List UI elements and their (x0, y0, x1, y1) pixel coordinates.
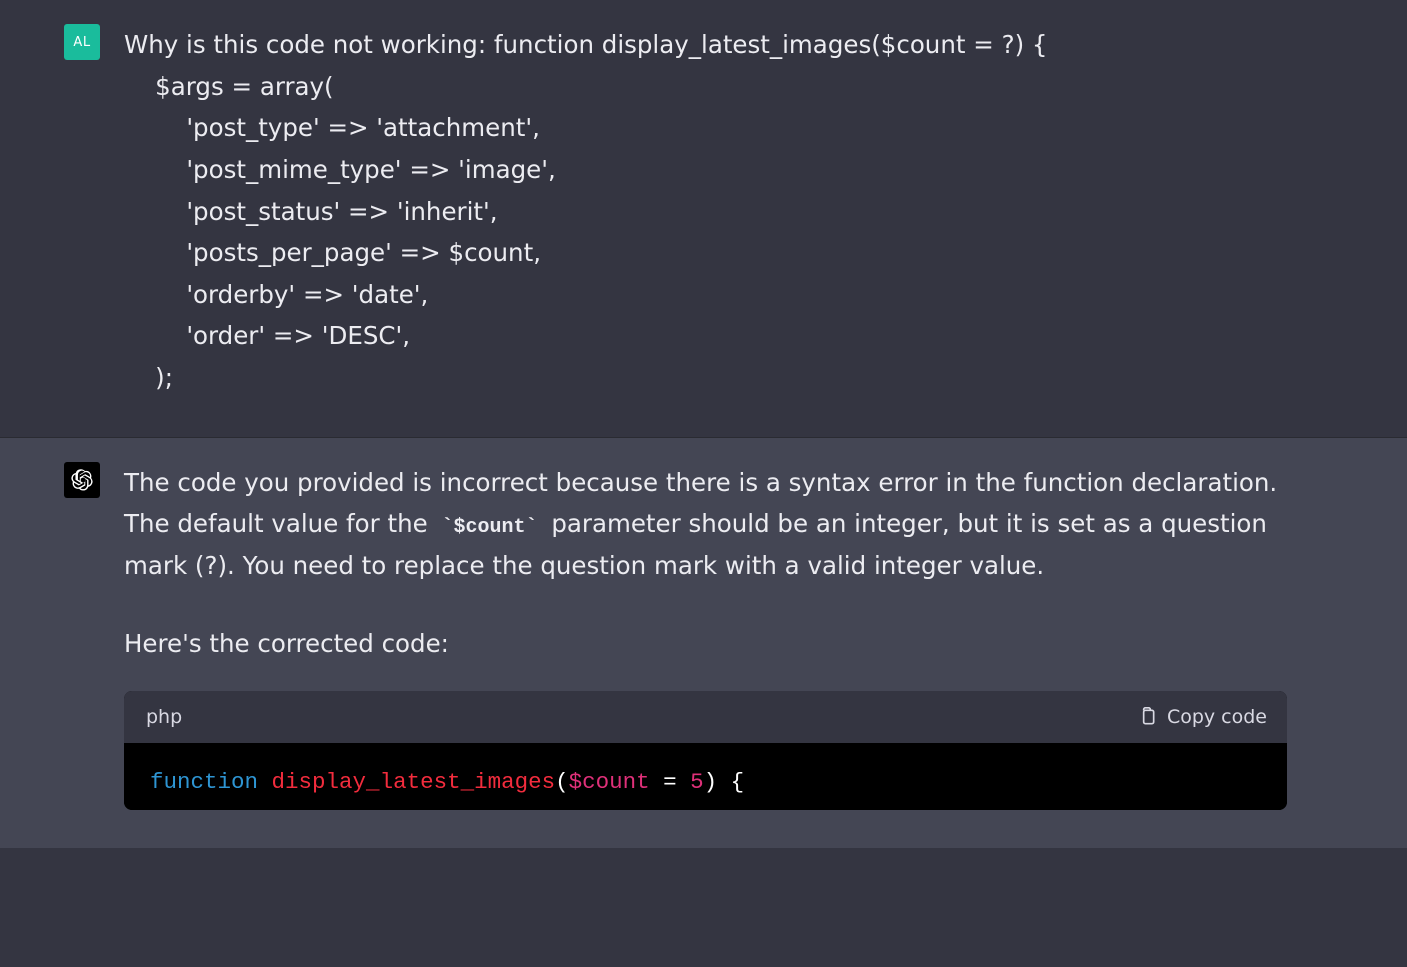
code-token-eq: = (650, 769, 691, 795)
user-message-text: Why is this code not working: function d… (124, 24, 1407, 399)
assistant-paragraph-2: Here's the corrected code: (124, 623, 1287, 665)
code-token-number: 5 (690, 769, 704, 795)
openai-logo-icon (71, 469, 93, 491)
clipboard-icon (1137, 707, 1157, 727)
user-message-row: AL Why is this code not working: functio… (0, 0, 1407, 438)
code-token-rparen: ) (704, 769, 718, 795)
assistant-message-row: The code you provided is incorrect becau… (0, 438, 1407, 848)
code-token-space (258, 769, 272, 795)
code-token-function: display_latest_images (272, 769, 556, 795)
code-token-variable: $count (569, 769, 650, 795)
code-token-lparen: ( (555, 769, 569, 795)
user-avatar: AL (64, 24, 100, 60)
code-block-body[interactable]: function display_latest_images($count = … (124, 743, 1287, 810)
code-block: php Copy code function display_latest_im… (124, 691, 1287, 810)
user-avatar-wrap: AL (0, 24, 100, 399)
code-block-header: php Copy code (124, 691, 1287, 743)
code-token-keyword: function (150, 769, 258, 795)
code-token-brace: { (717, 769, 744, 795)
copy-code-label: Copy code (1167, 701, 1267, 733)
code-language-label: php (146, 701, 182, 733)
copy-code-button[interactable]: Copy code (1137, 701, 1267, 733)
assistant-avatar-wrap (0, 462, 100, 810)
inline-code-count: `$count` (436, 515, 544, 540)
assistant-paragraph-1: The code you provided is incorrect becau… (124, 462, 1287, 587)
assistant-message-text: The code you provided is incorrect becau… (124, 462, 1407, 810)
assistant-avatar (64, 462, 100, 498)
